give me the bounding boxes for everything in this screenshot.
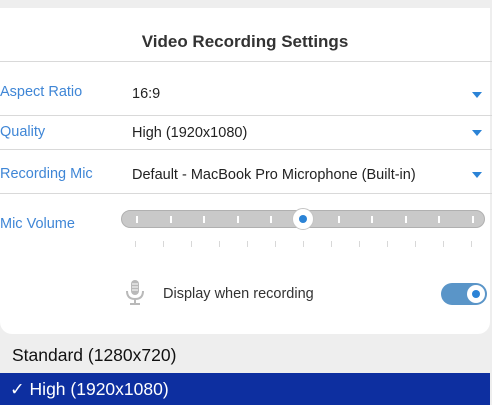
display-when-recording-label: Display when recording	[163, 286, 314, 302]
slider-tick	[136, 216, 138, 223]
toggle-knob	[467, 285, 485, 303]
mic-volume-label: Mic Volume	[0, 216, 75, 232]
chevron-down-icon[interactable]	[472, 130, 482, 136]
slider-tick	[203, 216, 206, 223]
slider-thumb[interactable]	[292, 208, 314, 230]
quality-label: Quality	[0, 124, 46, 140]
scale-tick	[275, 241, 276, 247]
scale-tick	[443, 241, 444, 247]
scale-tick	[415, 241, 416, 247]
microphone-icon	[126, 280, 144, 305]
panel-title: Video Recording Settings	[141, 32, 349, 51]
slider-tick	[169, 216, 172, 223]
aspect-ratio-label: Aspect Ratio	[0, 84, 83, 100]
quality-value[interactable]: High (1920x1080)	[132, 125, 247, 141]
divider	[0, 61, 492, 62]
option-high-label: High (1920x1080)	[29, 379, 169, 399]
display-when-recording-toggle[interactable]	[441, 283, 487, 305]
scale-tick	[163, 241, 164, 247]
slider-tick	[472, 216, 474, 223]
option-high-selected[interactable]: ✓ High (1920x1080)	[0, 373, 490, 405]
slider-tick	[371, 216, 374, 223]
scale-tick	[303, 241, 304, 247]
scale-tick	[135, 241, 136, 247]
slider-tick	[236, 216, 239, 223]
scale-tick	[387, 241, 388, 247]
scale-tick	[359, 241, 360, 247]
slider-tick	[404, 216, 407, 223]
slider-tick	[438, 216, 441, 223]
option-standard[interactable]: Standard (1280x720)	[12, 345, 176, 366]
recording-mic-label: Recording Mic	[0, 166, 93, 182]
chevron-down-icon[interactable]	[472, 92, 482, 98]
divider	[0, 149, 492, 150]
divider	[0, 193, 492, 194]
scale-tick	[219, 241, 220, 247]
scale-tick	[331, 241, 332, 247]
slider-tick	[337, 216, 340, 223]
recording-mic-value[interactable]: Default - MacBook Pro Microphone (Built-…	[132, 167, 416, 183]
check-icon: ✓	[10, 379, 25, 399]
divider	[0, 115, 492, 116]
scale-tick	[247, 241, 248, 247]
scale-tick	[191, 241, 192, 247]
chevron-down-icon[interactable]	[472, 172, 482, 178]
aspect-ratio-value[interactable]: 16:9	[132, 86, 160, 102]
scale-tick	[471, 241, 472, 247]
slider-tick	[270, 216, 273, 223]
